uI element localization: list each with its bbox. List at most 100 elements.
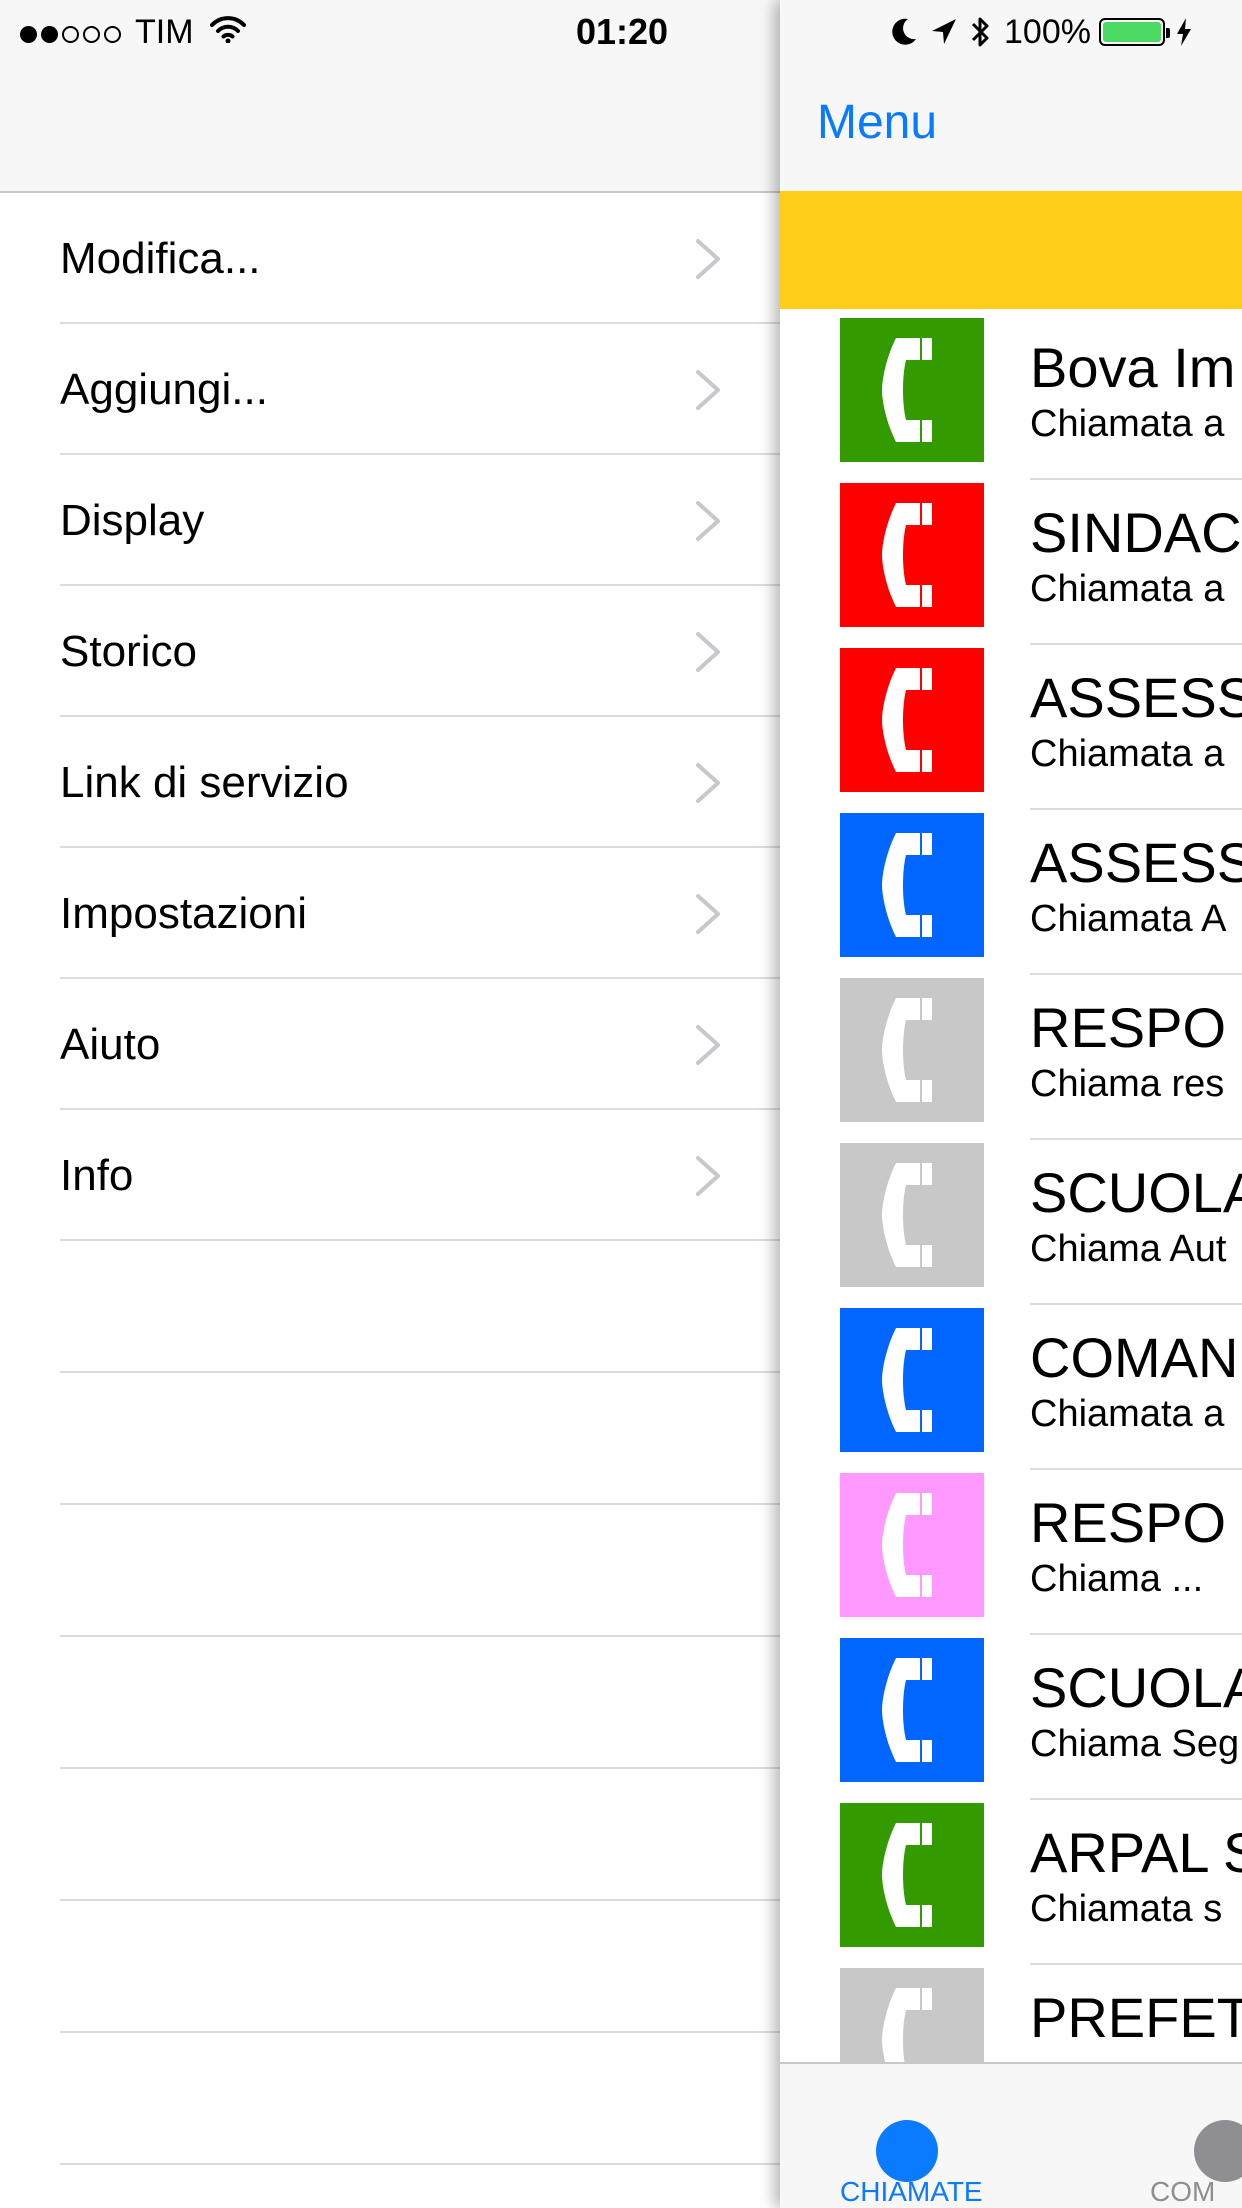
- phone-icon: [840, 483, 984, 627]
- wifi-icon: [209, 13, 246, 52]
- menu-button[interactable]: Menu: [817, 95, 937, 150]
- tab-chiamate-label: CHIAMATE: [840, 2176, 983, 2207]
- contact-row[interactable]: SCUOLA Chiama Aut: [780, 1140, 1242, 1305]
- menu-item-label: Display: [60, 496, 205, 545]
- status-bar-left: TIM: [20, 10, 246, 54]
- contact-name: Bova Im: [1030, 336, 1236, 399]
- chevron-right-icon: [696, 894, 720, 934]
- contact-name: RESPO: [1030, 996, 1227, 1059]
- tab-com-label: COM: [1150, 2176, 1216, 2207]
- contact-list: Bova Im Chiamata a SINDAC Chiamata a ASSESS C…: [780, 315, 1242, 2130]
- battery-icon: [1098, 18, 1170, 46]
- contact-row[interactable]: ARPAL S Chiamata s: [780, 1800, 1242, 1965]
- empty-row: [0, 1901, 790, 2033]
- phone-icon: [840, 1638, 984, 1782]
- menu-item-label: Storico: [60, 627, 197, 676]
- contact-subtitle: Chiamata a: [1030, 733, 1225, 775]
- contact-name: ASSESS: [1030, 666, 1242, 729]
- contact-row[interactable]: COMAN Chiamata a: [780, 1305, 1242, 1470]
- contact-name: SINDAC: [1030, 501, 1242, 564]
- contact-name: ASSESS: [1030, 831, 1242, 894]
- menu-item-aggiungi[interactable]: Aggiungi...: [0, 324, 790, 455]
- empty-row: [0, 1373, 790, 1505]
- phone-icon: [840, 1308, 984, 1452]
- menu-item-info[interactable]: Info: [0, 1110, 790, 1241]
- tab-chiamate-icon: [876, 2120, 938, 2182]
- tab-bar: CHIAMATE COM: [780, 2062, 1242, 2208]
- empty-row: [0, 1505, 790, 1637]
- tab-com[interactable]: COM: [1150, 2064, 1242, 2208]
- status-time: 01:20: [576, 11, 669, 52]
- contact-row[interactable]: RESPO Chiama ...: [780, 1470, 1242, 1635]
- phone-icon: [840, 813, 984, 957]
- contact-name: COMAN: [1030, 1326, 1239, 1389]
- contact-subtitle: Chiamata A: [1030, 898, 1227, 940]
- menu-item-label: Link di servizio: [60, 758, 349, 807]
- tab-chiamate[interactable]: CHIAMATE: [820, 2064, 1000, 2208]
- status-bar-right: 100%: [890, 10, 1205, 54]
- contact-subtitle: Chiama Seg: [1030, 1723, 1240, 1765]
- contact-subtitle: Chiama ...: [1030, 1558, 1204, 1600]
- menu-list: Modifica... Aggiungi... Display Storico …: [0, 193, 790, 2165]
- chevron-right-icon: [696, 501, 720, 541]
- empty-row: [0, 1637, 790, 1769]
- contact-row[interactable]: ASSESS Chiamata A: [780, 810, 1242, 975]
- contact-subtitle: Chiamata s: [1030, 1888, 1223, 1930]
- chevron-right-icon: [696, 239, 720, 279]
- main-panel: 100% Menu Bova Im Chiamata a SINDAC Chiamat…: [780, 0, 1242, 2208]
- contact-subtitle: Chiama res: [1030, 1063, 1225, 1105]
- menu-item-label: Info: [60, 1151, 134, 1200]
- phone-icon: [840, 1143, 984, 1287]
- contact-subtitle: Chiama Aut: [1030, 1228, 1227, 1270]
- main-header: 100% Menu: [780, 0, 1242, 191]
- signal-strength-icon: [20, 13, 125, 52]
- menu-item-storico[interactable]: Storico: [0, 586, 790, 717]
- menu-item-display[interactable]: Display: [0, 455, 790, 586]
- menu-item-label: Aiuto: [60, 1020, 161, 1069]
- contact-subtitle: Chiamata a: [1030, 568, 1225, 610]
- chevron-right-icon: [696, 1025, 720, 1065]
- contact-row[interactable]: ASSESS Chiamata a: [780, 645, 1242, 810]
- tab-com-icon: [1194, 2120, 1242, 2182]
- menu-item-impostazioni[interactable]: Impostazioni: [0, 848, 790, 979]
- empty-row: [0, 2033, 790, 2165]
- side-menu: TIM 01:20 Modifica... Aggiungi... Displa…: [0, 0, 790, 2208]
- menu-item-aiuto[interactable]: Aiuto: [0, 979, 790, 1110]
- chevron-right-icon: [696, 370, 720, 410]
- battery-percent: 100%: [1004, 12, 1091, 51]
- chevron-right-icon: [696, 632, 720, 672]
- menu-header: TIM 01:20: [0, 0, 790, 193]
- menu-item-label: Impostazioni: [60, 889, 308, 938]
- contact-subtitle: Chiamata a: [1030, 1393, 1225, 1435]
- bluetooth-icon: [971, 17, 989, 47]
- contact-name: RESPO: [1030, 1491, 1227, 1554]
- location-arrow-icon: [932, 19, 956, 44]
- contact-name: PREFET: [1030, 1986, 1242, 2049]
- status-banner: [780, 191, 1242, 309]
- menu-item-link-di-servizio[interactable]: Link di servizio: [0, 717, 790, 848]
- contact-name: SCUOLA: [1030, 1656, 1242, 1719]
- phone-icon: [840, 978, 984, 1122]
- contact-row[interactable]: SINDAC Chiamata a: [780, 480, 1242, 645]
- moon-icon: [892, 18, 916, 45]
- contact-row[interactable]: Bova Im Chiamata a: [780, 315, 1242, 480]
- contact-subtitle: Chiamata a: [1030, 403, 1225, 445]
- empty-row: [0, 1241, 790, 1373]
- chevron-right-icon: [696, 1156, 720, 1196]
- menu-item-modifica[interactable]: Modifica...: [0, 193, 790, 324]
- row-separator: [60, 2163, 790, 2165]
- menu-item-label: Aggiungi...: [60, 365, 268, 414]
- contact-row[interactable]: RESPO Chiama res: [780, 975, 1242, 1140]
- phone-icon: [840, 648, 984, 792]
- charging-bolt-icon: [1176, 18, 1191, 46]
- phone-icon: [840, 1803, 984, 1947]
- phone-icon: [840, 318, 984, 462]
- menu-item-label: Modifica...: [60, 234, 261, 283]
- contact-name: SCUOLA: [1030, 1161, 1242, 1224]
- phone-icon: [840, 1473, 984, 1617]
- carrier-name: TIM: [135, 12, 194, 51]
- contact-name: ARPAL S: [1030, 1821, 1242, 1884]
- empty-row: [0, 1769, 790, 1901]
- contact-row[interactable]: SCUOLA Chiama Seg: [780, 1635, 1242, 1800]
- chevron-right-icon: [696, 763, 720, 803]
